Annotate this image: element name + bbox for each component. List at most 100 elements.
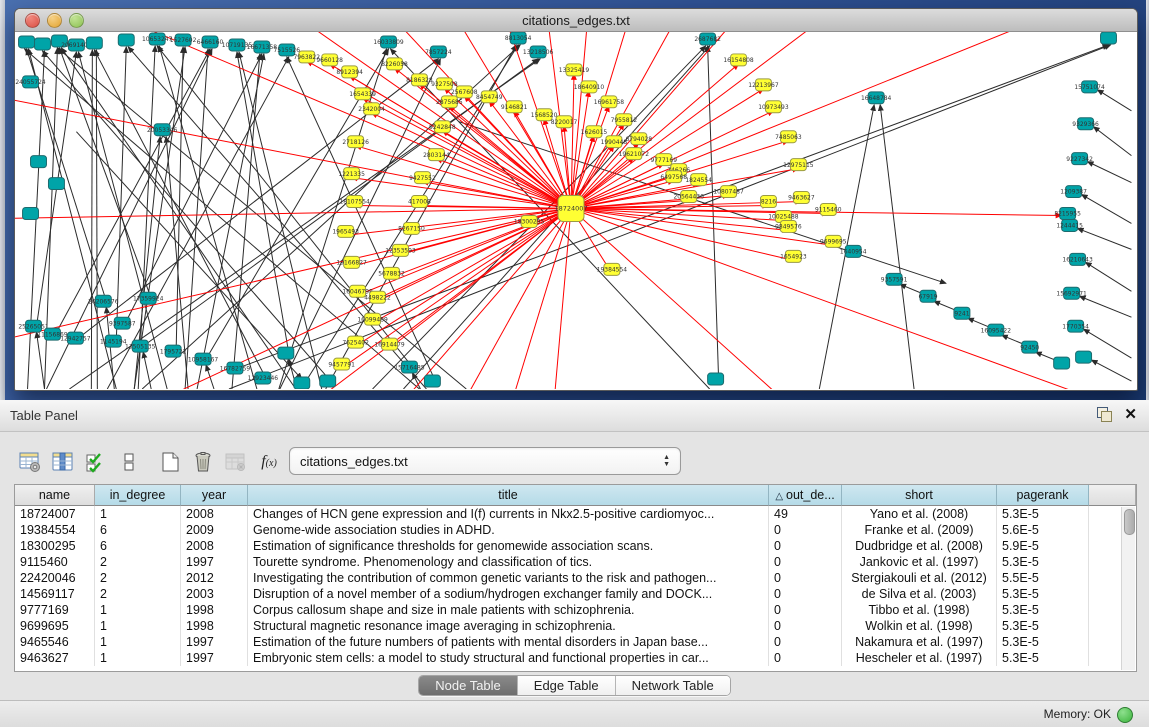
network-view-window[interactable]: citations_edges.txt 20691406240557241065… xyxy=(14,8,1138,391)
graph-node[interactable]: 9357591 xyxy=(881,273,908,285)
table-panel-header[interactable]: Table Panel ✕ xyxy=(0,400,1149,432)
graph-node[interactable]: 8813054 xyxy=(505,32,532,44)
graph-node[interactable]: 8216 xyxy=(760,196,776,208)
graph-node[interactable] xyxy=(1076,351,1092,363)
graph-node[interactable]: 1626015 xyxy=(581,126,608,138)
column-header-pagerank[interactable]: pagerank xyxy=(997,485,1089,506)
graph-node[interactable]: 1990448 xyxy=(601,136,628,148)
graph-node[interactable] xyxy=(31,156,47,168)
table-row[interactable]: 911546021997Tourette syndrome. Phenomeno… xyxy=(15,554,1136,570)
table-selector-dropdown[interactable]: citations_edges.txt ▲▼ xyxy=(289,447,681,475)
graph-node[interactable]: 10958167 xyxy=(188,353,219,365)
graph-node[interactable]: 9146821 xyxy=(501,101,528,113)
column-header-year[interactable]: year xyxy=(181,485,248,506)
close-icon[interactable]: ✕ xyxy=(1124,407,1137,422)
graph-node[interactable]: 9457791 xyxy=(328,358,355,370)
column-header-short[interactable]: short xyxy=(842,485,997,506)
new-column-icon[interactable] xyxy=(158,450,182,474)
table-row[interactable]: 1938455462009Genome-wide association stu… xyxy=(15,522,1136,538)
graph-node[interactable]: 8215955 xyxy=(1054,208,1081,220)
graph-node[interactable]: 18107554 xyxy=(339,196,370,208)
graph-node[interactable]: 13325419 xyxy=(559,64,590,76)
graph-node[interactable]: 1654923 xyxy=(780,250,807,262)
graph-node[interactable]: 18724007 xyxy=(555,196,588,222)
column-header-out_de[interactable]: △out_de... xyxy=(769,485,842,506)
graph-node[interactable]: 1527602 xyxy=(170,34,197,46)
graph-node[interactable]: 10807487 xyxy=(713,186,744,198)
graph-node[interactable]: 9227342 xyxy=(1066,153,1093,165)
graph-node[interactable] xyxy=(294,377,310,389)
graph-node[interactable]: 9463627 xyxy=(788,192,815,204)
graph-node[interactable]: 9242848 xyxy=(429,121,456,133)
graph-node[interactable]: 16961758 xyxy=(594,96,625,108)
graph-node[interactable]: 417008 xyxy=(408,196,431,208)
column-header-in_degree[interactable]: in_degree xyxy=(95,485,181,506)
function-builder-icon[interactable]: f(x) xyxy=(257,450,281,474)
graph-node[interactable]: 16782759 xyxy=(220,362,251,374)
graph-node[interactable]: 9427552 xyxy=(409,172,436,184)
graph-node[interactable]: 6466160 xyxy=(197,36,224,48)
table-row[interactable]: 946362711997Embryonic stem cells: a mode… xyxy=(15,650,1136,666)
graph-node[interactable] xyxy=(48,178,64,190)
table-row[interactable]: 1872400712008Changes of HCN gene express… xyxy=(15,506,1136,522)
graph-node[interactable]: 16033809 xyxy=(373,36,404,48)
graph-node[interactable]: 10973493 xyxy=(758,101,789,113)
graph-node[interactable]: 10653247 xyxy=(142,33,173,45)
graph-node[interactable]: 8912394 xyxy=(336,66,363,78)
graph-node[interactable]: 2687682 xyxy=(694,33,721,45)
graph-node[interactable]: 7955812 xyxy=(611,114,638,126)
network-graph-canvas[interactable]: 2069140624055724106532471527602646616010… xyxy=(15,32,1135,389)
graph-node[interactable]: 12353593 xyxy=(385,244,416,256)
graph-node[interactable]: 13218506 xyxy=(523,46,554,58)
scrollbar-thumb[interactable] xyxy=(1124,509,1135,535)
graph-node[interactable]: 12213967 xyxy=(748,79,779,91)
tab-node-table[interactable]: Node Table xyxy=(419,676,518,695)
graph-node[interactable]: 1795722 xyxy=(160,345,187,357)
graph-node[interactable]: 16648784 xyxy=(861,92,892,104)
left-panel-splitter[interactable] xyxy=(0,0,5,400)
table-row[interactable]: 969969511998Structural magnetic resonanc… xyxy=(15,618,1136,634)
graph-node[interactable]: 1221335 xyxy=(338,168,365,180)
graph-node[interactable]: 20564436 xyxy=(673,191,704,203)
graph-node[interactable]: 5678832 xyxy=(378,267,405,279)
graph-node[interactable] xyxy=(23,208,39,220)
network-window-titlebar[interactable]: citations_edges.txt xyxy=(15,9,1137,32)
graph-node[interactable]: 7625402 xyxy=(342,336,369,348)
graph-node[interactable]: 16154808 xyxy=(723,54,754,66)
graph-node[interactable]: 8226058 xyxy=(381,58,408,70)
graph-node[interactable]: 9115460 xyxy=(815,204,842,216)
table-row[interactable]: 946554611997Estimation of the future num… xyxy=(15,634,1136,650)
selection-mode-icon[interactable] xyxy=(84,450,108,474)
table-row[interactable]: 1456911722003Disruption of a novel membe… xyxy=(15,586,1136,602)
graph-node[interactable]: 2718126 xyxy=(342,136,369,148)
graph-node[interactable]: 2803144 xyxy=(423,149,450,161)
graph-node[interactable]: 8186328 xyxy=(406,74,433,86)
delete-table-icon[interactable] xyxy=(224,450,248,474)
graph-node[interactable]: 15716485 xyxy=(394,361,425,373)
graph-node[interactable]: 9241 xyxy=(954,307,970,319)
graph-node[interactable]: 15692971 xyxy=(1056,287,1087,299)
column-header-title[interactable]: title xyxy=(248,485,769,506)
graph-node[interactable] xyxy=(19,36,35,48)
graph-node[interactable]: 19166827 xyxy=(336,256,367,268)
graph-node[interactable]: 8454749 xyxy=(476,91,503,103)
graph-node[interactable]: 1209387 xyxy=(1060,186,1087,198)
graph-node[interactable]: 1640954 xyxy=(840,245,867,257)
graph-node[interactable]: 13505135 xyxy=(125,340,156,352)
graph-node[interactable]: 1824554 xyxy=(685,174,712,186)
graph-node[interactable]: 19621072 xyxy=(619,148,650,160)
graph-node[interactable]: 2342004 xyxy=(358,103,385,115)
graph-node[interactable]: 92450 xyxy=(1020,341,1039,353)
float-window-icon[interactable] xyxy=(1097,407,1112,422)
graph-node[interactable]: 8267150 xyxy=(398,222,425,234)
graph-node[interactable]: 9329366 xyxy=(1072,118,1099,130)
graph-node[interactable]: 67919 xyxy=(919,290,938,302)
vertical-scrollbar[interactable] xyxy=(1121,507,1135,670)
graph-node[interactable] xyxy=(708,373,724,385)
column-selector-icon[interactable] xyxy=(51,450,75,474)
graph-node[interactable]: 15751074 xyxy=(1074,81,1105,93)
column-header-name[interactable]: name xyxy=(15,485,95,506)
graph-node[interactable] xyxy=(86,37,102,49)
graph-node[interactable] xyxy=(278,347,294,359)
table-row[interactable]: 2242004622012Investigating the contribut… xyxy=(15,570,1136,586)
